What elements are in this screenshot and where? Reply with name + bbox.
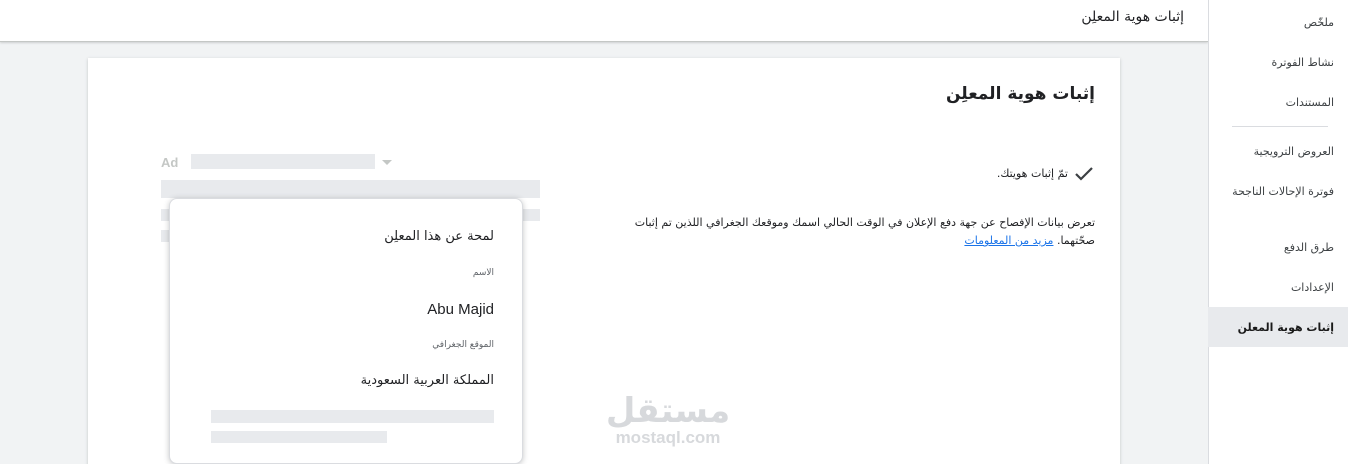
popup-placeholder-line	[211, 431, 387, 443]
advertiser-location: المملكة العربية السعودية	[360, 373, 494, 388]
about-advertiser-popup: لمحة عن هذا المعلِن الاسم Abu Majid المو…	[169, 198, 523, 464]
sidebar-item-billing-activity[interactable]: نشاط الفوترة	[1208, 55, 1348, 70]
billing-sidebar: ملخّص نشاط الفوترة المستندات العروض التر…	[1208, 0, 1348, 464]
sidebar-item-documents[interactable]: المستندات	[1208, 95, 1348, 110]
watermark-logo: مستقل mostaql.com	[598, 392, 738, 446]
popup-placeholder-line	[211, 410, 494, 423]
verified-status-text: تمّ إثبات هويتك.	[996, 167, 1068, 180]
ad-url-placeholder	[191, 154, 375, 169]
sidebar-item-referral-billing[interactable]: فوترة الإحالات الناجحة	[1208, 184, 1348, 199]
learn-more-link[interactable]: مزيد من المعلومات	[964, 234, 1053, 247]
card-title: إثبات هوية المعلِن	[945, 84, 1095, 104]
page-title: إثبات هوية المعلِن	[1081, 9, 1184, 25]
name-label: الاسم	[472, 268, 494, 278]
sidebar-item-summary[interactable]: ملخّص	[1208, 15, 1348, 30]
ad-headline-placeholder	[161, 180, 540, 198]
sidebar-item-promotions[interactable]: العروض الترويجية	[1208, 144, 1348, 159]
dropdown-caret-icon[interactable]	[382, 160, 392, 165]
top-app-bar: إثبات هوية المعلِن	[0, 0, 1208, 42]
location-label: الموقع الجغرافي	[432, 340, 494, 350]
check-icon	[1075, 167, 1093, 181]
watermark-arabic: مستقل	[605, 391, 731, 431]
watermark-latin: mostaql.com	[615, 428, 721, 447]
sidebar-divider	[1232, 126, 1328, 127]
sidebar-item-advertiser-verification[interactable]: إثبات هوية المعلن	[1208, 307, 1348, 347]
sidebar-item-payment-methods[interactable]: طرق الدفع	[1208, 240, 1348, 255]
popup-heading: لمحة عن هذا المعلِن	[384, 229, 494, 244]
disclosure-description: تعرض بيانات الإفصاح عن جهة دفع الإعلان ف…	[625, 214, 1095, 250]
sidebar-item-settings[interactable]: الإعدادات	[1208, 280, 1348, 295]
ad-badge: Ad	[161, 155, 179, 170]
advertiser-name: Abu Majid	[427, 301, 494, 318]
